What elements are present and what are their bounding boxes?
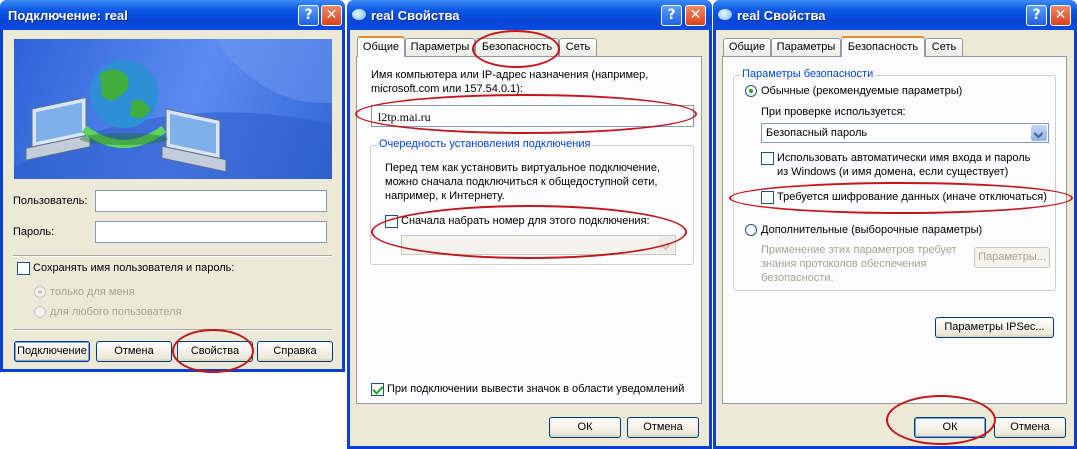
radio-me-only[interactable] — [34, 286, 46, 298]
connection-order-title: Очередность установления подключения — [377, 138, 593, 150]
cancel-button[interactable]: Отмена — [994, 417, 1066, 438]
advanced-params-button[interactable]: Параметры... — [974, 247, 1050, 268]
tab-security[interactable]: Безопасность — [475, 38, 559, 56]
connect-dialog-title: Подключение: real — [8, 8, 128, 23]
ok-button[interactable]: ОК — [914, 417, 986, 438]
dial-first-select[interactable] — [401, 235, 676, 255]
connection-banner — [14, 39, 332, 179]
help-button[interactable]: Справка — [257, 341, 333, 362]
tab-general[interactable]: Общие — [357, 36, 405, 57]
password-field[interactable] — [95, 221, 327, 243]
cancel-button[interactable]: Отмена — [627, 417, 699, 438]
auto-login-label-line1: Использовать автоматически имя входа и п… — [777, 152, 1031, 164]
verify-select-value: Безопасный пароль — [766, 127, 868, 139]
notify-icon-checkbox[interactable] — [371, 383, 384, 396]
host-label-line2: microsoft.com или 157.54.0.1): — [371, 83, 523, 95]
host-address-field[interactable]: l2tp.mai.ru — [371, 105, 694, 127]
ipsec-params-button[interactable]: Параметры IPSec... — [935, 317, 1054, 338]
save-credentials-label: Сохранять имя пользователя и пароль: — [33, 262, 235, 274]
tab-security[interactable]: Безопасность — [841, 36, 925, 57]
chevron-down-icon[interactable] — [1031, 125, 1047, 141]
security-options-group: Параметры безопасности Обычные (рекоменд… — [733, 68, 1056, 291]
verify-select[interactable]: Безопасный пароль — [761, 123, 1049, 143]
properties-button[interactable]: Свойства — [177, 341, 253, 362]
auto-login-label-line2: из Windows (и имя домена, если существуе… — [777, 166, 1009, 178]
radio-me-only-label: только для меня — [50, 286, 135, 298]
radio-advanced[interactable] — [745, 224, 757, 236]
dial-first-label: Сначала набрать номер для этого подключе… — [401, 215, 650, 227]
properties-dialog-general: real Свойства ? ✕ Общие Параметры Безопа… — [347, 0, 712, 449]
properties-dialog-body: Общие Параметры Безопасность Сеть Имя ко… — [350, 30, 709, 446]
auto-login-checkbox[interactable] — [761, 152, 774, 165]
tab-general[interactable]: Общие — [723, 38, 771, 56]
radio-advanced-label: Дополнительные (выборочные параметры) — [761, 224, 983, 236]
verify-label: При проверке используется: — [761, 106, 906, 118]
connect-button[interactable]: Подключение — [14, 341, 90, 362]
tab-network[interactable]: Сеть — [925, 38, 963, 56]
save-credentials-checkbox[interactable] — [17, 262, 30, 275]
host-address-value: l2tp.mai.ru — [378, 110, 431, 124]
radio-typical[interactable] — [745, 85, 757, 97]
dial-first-checkbox[interactable] — [385, 215, 398, 228]
host-label-line1: Имя компьютера или IP-адрес назначения (… — [371, 69, 649, 81]
properties-dialog-security: real Свойства ? ✕ Общие Параметры Безопа… — [713, 0, 1077, 449]
close-icon[interactable]: ✕ — [685, 5, 706, 26]
divider — [13, 255, 332, 257]
divider — [13, 329, 332, 331]
tab-options[interactable]: Параметры — [771, 38, 841, 56]
help-icon[interactable]: ? — [661, 5, 682, 26]
ok-button[interactable]: ОК — [549, 417, 621, 438]
properties-dialog-title: real Свойства — [371, 8, 460, 23]
help-icon[interactable]: ? — [1026, 5, 1047, 26]
security-dialog-body: Общие Параметры Безопасность Сеть Параме… — [716, 30, 1074, 446]
properties-dialog-titlebar[interactable]: real Свойства ? ✕ — [347, 0, 712, 30]
tab-network[interactable]: Сеть — [559, 38, 597, 56]
chevron-down-icon[interactable] — [658, 237, 674, 253]
network-icon — [718, 9, 732, 20]
group-text-line2: можно сначала подключиться к общедоступн… — [385, 176, 658, 188]
tab-options[interactable]: Параметры — [405, 38, 475, 56]
radio-any-user-label: для любого пользователя — [50, 306, 182, 318]
group-text-line3: например, к Интернету. — [385, 190, 505, 202]
advanced-text-line2: знания протоколов обеспечения — [761, 258, 927, 270]
security-dialog-title: real Свойства — [737, 8, 826, 23]
connect-dialog: Подключение: real ? ✕ Пользователь: Паро… — [0, 0, 345, 372]
security-dialog-titlebar[interactable]: real Свойства ? ✕ — [713, 0, 1077, 30]
advanced-text-line1: Применение этих параметров требует — [761, 244, 957, 256]
close-icon[interactable]: ✕ — [1050, 5, 1071, 26]
advanced-text-line3: безопасности. — [761, 272, 834, 284]
radio-typical-label: Обычные (рекомендуемые параметры) — [761, 85, 963, 97]
general-tab-panel: Имя компьютера или IP-адрес назначения (… — [356, 56, 702, 404]
connection-order-group: Очередность установления подключения Пер… — [370, 138, 694, 265]
password-label: Пароль: — [13, 226, 55, 238]
username-field[interactable] — [95, 190, 327, 212]
network-globe-icon — [14, 39, 332, 179]
notify-icon-label: При подключении вывести значок в области… — [387, 383, 685, 395]
radio-any-user[interactable] — [34, 306, 46, 318]
help-icon[interactable]: ? — [298, 5, 319, 26]
require-encryption-checkbox[interactable] — [761, 191, 774, 204]
cancel-button[interactable]: Отмена — [96, 341, 172, 362]
close-icon[interactable]: ✕ — [321, 5, 342, 26]
user-label: Пользователь: — [13, 195, 88, 207]
connect-dialog-titlebar[interactable]: Подключение: real ? ✕ — [0, 0, 345, 30]
connect-dialog-body: Пользователь: Пароль: Сохранять имя поль… — [3, 30, 342, 369]
security-tab-panel: Параметры безопасности Обычные (рекоменд… — [722, 56, 1067, 404]
network-icon — [352, 9, 366, 20]
group-text-line1: Перед тем как установить виртуальное под… — [385, 162, 660, 174]
require-encryption-label: Требуется шифрование данных (иначе отклю… — [777, 191, 1047, 203]
security-options-title: Параметры безопасности — [740, 68, 876, 80]
